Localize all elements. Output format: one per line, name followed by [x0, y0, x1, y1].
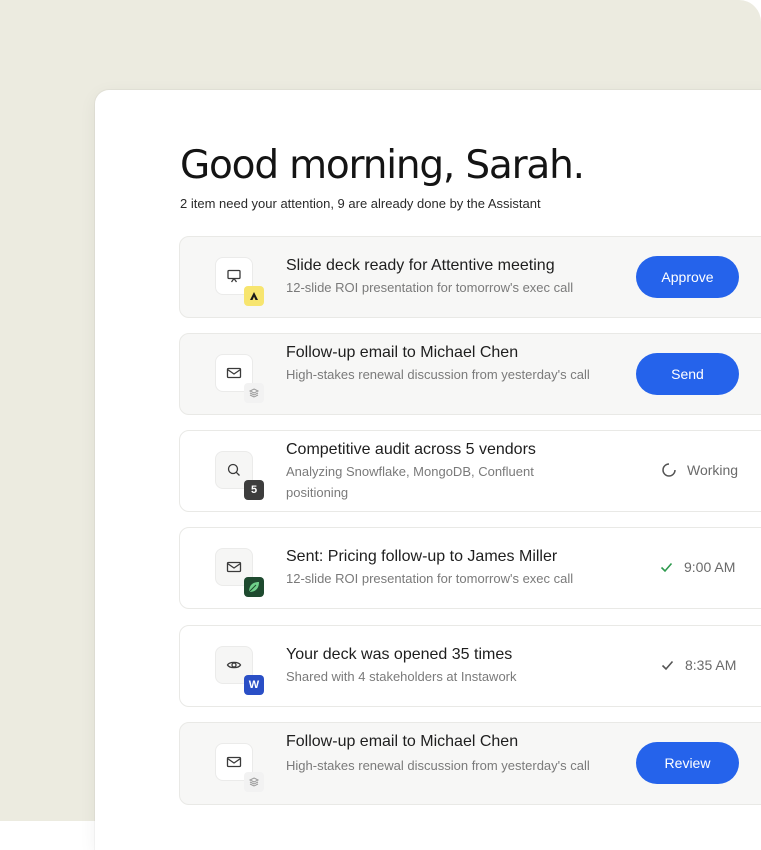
- task-title: Competitive audit across 5 vendors: [286, 441, 536, 458]
- task-description: Analyzing Snowflake, MongoDB, Confluent …: [286, 464, 534, 500]
- task-card-competitive-audit[interactable]: 5 Competitive audit across 5 vendors Ana…: [179, 430, 761, 512]
- status-opened-time: 8:35 AM: [660, 657, 736, 673]
- status-label: 8:35 AM: [685, 657, 737, 673]
- send-button[interactable]: Send: [636, 353, 739, 395]
- check-icon: [661, 660, 674, 670]
- layers-logo-icon: [244, 772, 264, 792]
- status-working: Working: [661, 462, 738, 478]
- review-button[interactable]: Review: [636, 742, 739, 784]
- task-title: Sent: Pricing follow-up to James Miller: [286, 548, 558, 565]
- task-description: 12-slide ROI presentation for tomorrow's…: [286, 571, 574, 586]
- status-label: Working: [687, 462, 739, 478]
- instawork-logo-icon: W: [244, 675, 264, 695]
- task-card-follow-up-email-review[interactable]: Follow-up email to Michael Chen High-sta…: [179, 722, 761, 805]
- count-badge: 5: [244, 480, 264, 500]
- task-card-slide-deck[interactable]: Slide deck ready for Attentive meeting 1…: [179, 236, 761, 318]
- approve-button[interactable]: Approve: [636, 256, 739, 298]
- task-title: Slide deck ready for Attentive meeting: [286, 257, 555, 274]
- task-description: Shared with 4 stakeholders at Instawork: [286, 669, 517, 684]
- task-description: 12-slide ROI presentation for tomorrow's…: [286, 280, 574, 295]
- leaf-logo-icon: [244, 577, 264, 597]
- attentive-logo-icon: [244, 286, 264, 306]
- task-description: High-stakes renewal discussion from yest…: [286, 367, 590, 382]
- status-sent-time: 9:00 AM: [659, 559, 735, 575]
- task-title: Your deck was opened 35 times: [286, 646, 513, 663]
- attention-summary: 2 item need your attention, 9 are alread…: [180, 196, 541, 211]
- status-label: 9:00 AM: [684, 559, 736, 575]
- task-card-follow-up-email[interactable]: Follow-up email to Michael Chen High-sta…: [179, 333, 761, 415]
- spinner-icon: [662, 463, 676, 477]
- task-title: Follow-up email to Michael Chen: [286, 733, 519, 750]
- layers-logo-icon: [244, 383, 264, 403]
- task-card-sent-pricing[interactable]: Sent: Pricing follow-up to James Miller …: [179, 527, 761, 609]
- task-title: Follow-up email to Michael Chen: [286, 344, 519, 361]
- check-icon: [660, 562, 673, 572]
- page-title: Good morning, Sarah.: [180, 143, 585, 188]
- task-description: High-stakes renewal discussion from yest…: [286, 758, 590, 773]
- task-card-deck-opened[interactable]: W Your deck was opened 35 times Shared w…: [179, 625, 761, 707]
